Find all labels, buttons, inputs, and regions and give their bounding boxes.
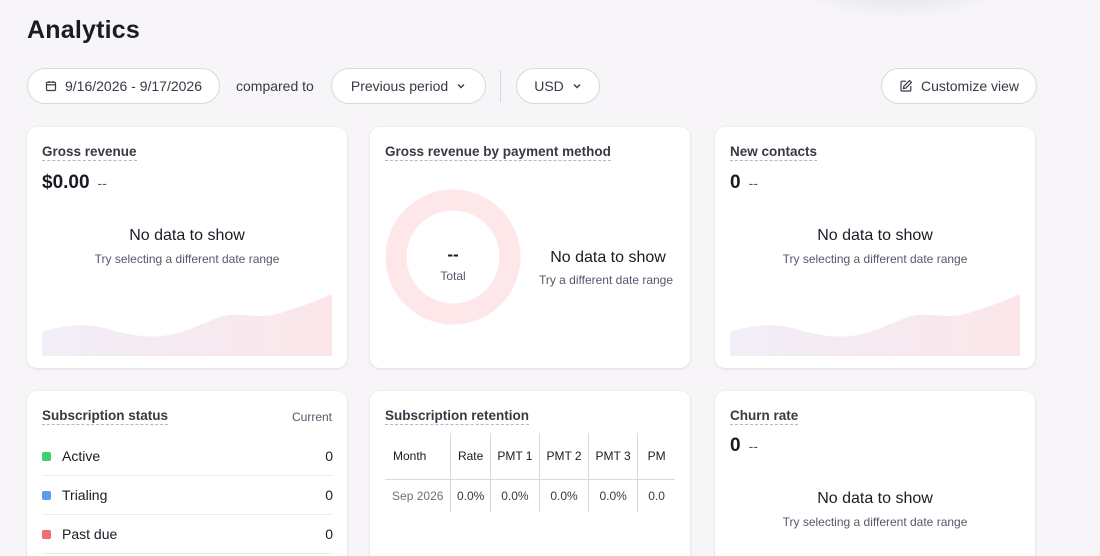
gross-revenue-card: Gross revenue $0.00 -- No data to show T… [27,127,347,368]
retention-cell-month: Sep 2026 [385,479,452,512]
retention-header-pmt3: PMT 3 [588,433,639,480]
payment-method-empty-title: No data to show [550,249,666,266]
customize-view-label: Customize view [920,78,1020,94]
churn-rate-empty-subtitle: Try selecting a different date range [782,515,968,529]
chevron-down-icon [573,84,581,89]
customize-view-button[interactable]: Customize view [881,68,1037,104]
retention-table: Month Rate PMT 1 PMT 2 PMT 3 PM Sep 2026… [385,433,675,512]
gross-revenue-empty-title: No data to show [129,227,245,244]
status-color-swatch [42,490,51,500]
decorative-glow [790,0,1010,20]
churn-rate-title[interactable]: Churn rate [730,408,799,425]
subscription-status-list: Active 0 Trialing 0 Past due 0 [42,437,333,554]
churn-rate-value: 0 [730,435,741,456]
retention-cell-pmt2: 0.0% [539,479,590,512]
payment-method-card: Gross revenue by payment method -- Total… [370,127,690,368]
new-contacts-metric: 0 -- [730,172,758,194]
subscription-status-title[interactable]: Subscription status [42,408,169,425]
new-contacts-empty-title: No data to show [817,227,933,244]
subscription-retention-title[interactable]: Subscription retention [385,408,530,425]
currency-label: USD [534,78,564,94]
retention-cell-rate: 0.0% [450,479,491,512]
currency-dropdown[interactable]: USD [516,68,600,104]
gross-revenue-metric: $0.00 -- [42,172,107,194]
placeholder-area-chart [730,294,1020,356]
churn-rate-metric: 0 -- [730,435,758,457]
status-label: Trialing [62,487,108,503]
retention-header-pmt1: PMT 1 [490,433,540,480]
status-label: Past due [62,526,118,542]
new-contacts-delta: -- [748,175,758,191]
page-title: Analytics [27,16,140,44]
gross-revenue-value: $0.00 [42,172,90,193]
compared-to-label: compared to [236,78,314,94]
placeholder-area-chart [42,294,332,356]
chevron-down-icon [457,84,465,89]
churn-rate-empty-title: No data to show [817,490,933,507]
retention-cell-pmt1: 0.0% [490,479,540,512]
churn-rate-delta: -- [748,438,758,454]
retention-header-pmt2: PMT 2 [539,433,590,480]
gross-revenue-empty-subtitle: Try selecting a different date range [94,252,280,266]
subscription-status-card: Subscription status Current Active 0 Tri… [27,391,347,556]
filter-toolbar: 9/16/2026 - 9/17/2026 compared to Previo… [27,68,1037,104]
status-count: 0 [325,526,333,542]
new-contacts-title[interactable]: New contacts [730,144,818,161]
retention-header-rate: Rate [450,433,491,480]
table-row: Sep 2026 0.0% 0.0% 0.0% 0.0% 0.0 [385,479,675,512]
calendar-icon [45,81,57,92]
date-range-label: 9/16/2026 - 9/17/2026 [64,78,202,94]
payment-method-empty-subtitle: Try a different date range [538,273,674,287]
new-contacts-card: New contacts 0 -- No data to show Try se… [715,127,1035,368]
status-color-swatch [42,529,51,539]
retention-cell-pmt3: 0.0% [588,479,639,512]
toolbar-divider [500,70,501,102]
subscription-retention-card: Subscription retention Month Rate PMT 1 … [370,391,690,556]
retention-header-pmt4: PM [637,433,675,480]
status-row-active[interactable]: Active 0 [42,437,333,476]
comparison-period-label: Previous period [350,78,449,94]
edit-icon [900,79,913,92]
gross-revenue-title[interactable]: Gross revenue [42,144,137,161]
subscription-status-period: Current [291,410,332,424]
status-color-swatch [42,451,51,461]
churn-rate-card: Churn rate 0 -- No data to show Try sele… [715,391,1035,556]
retention-cell-pmt4: 0.0 [637,479,675,512]
new-contacts-value: 0 [730,172,741,193]
status-label: Active [62,448,101,464]
status-row-trialing[interactable]: Trialing 0 [42,476,333,515]
status-count: 0 [325,487,333,503]
retention-header-row: Month Rate PMT 1 PMT 2 PMT 3 PM [385,433,675,480]
donut-total-label: Total [440,269,466,283]
payment-method-title[interactable]: Gross revenue by payment method [385,144,611,161]
donut-total-value: -- [447,245,459,264]
status-row-past-due[interactable]: Past due 0 [42,515,333,554]
new-contacts-empty-subtitle: Try selecting a different date range [782,252,968,266]
retention-header-month: Month [385,433,452,480]
gross-revenue-delta: -- [97,175,107,191]
date-range-button[interactable]: 9/16/2026 - 9/17/2026 [27,68,220,104]
status-count: 0 [325,448,333,464]
comparison-period-dropdown[interactable]: Previous period [331,68,486,104]
payment-method-donut: -- Total [385,189,521,325]
